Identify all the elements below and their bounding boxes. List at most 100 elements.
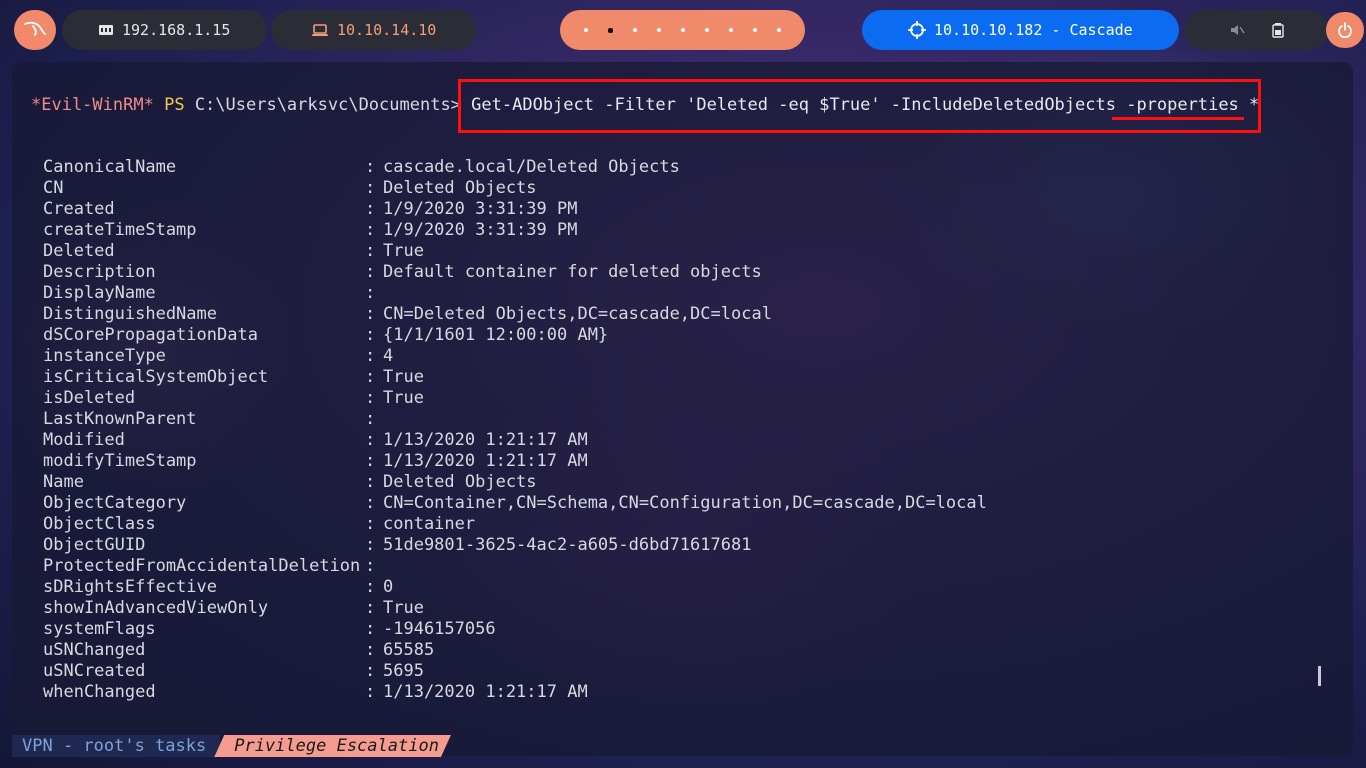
workspace-dot-2[interactable] bbox=[608, 27, 613, 33]
property-value: 0 bbox=[383, 577, 394, 597]
property-row: sDRightsEffective:0 bbox=[43, 577, 987, 598]
local-ip-pill[interactable]: 192.168.1.15 bbox=[62, 10, 267, 50]
workspace-dot-9[interactable] bbox=[777, 28, 781, 32]
property-key: Description bbox=[43, 262, 156, 282]
property-row: Created:1/9/2020 3:31:39 PM bbox=[43, 199, 987, 220]
property-value: True bbox=[383, 367, 424, 387]
laptop-icon bbox=[312, 24, 328, 36]
volume-muted-icon[interactable] bbox=[1229, 22, 1245, 38]
property-row: DistinguishedName: CN=Deleted Objects,DC=… bbox=[43, 304, 987, 325]
property-value: Deleted Objects bbox=[383, 472, 537, 492]
property-key: Deleted bbox=[43, 241, 115, 261]
session-label[interactable]: VPN - root's tasks bbox=[12, 735, 221, 757]
scrollbar-thumb[interactable] bbox=[1318, 666, 1321, 686]
property-key: Created bbox=[43, 199, 115, 219]
property-value: 51de9801-3625-4ac2-a605-d6bd71617681 bbox=[383, 535, 752, 555]
property-separator: : bbox=[365, 514, 376, 534]
top-bar: 192.168.1.15 10.10.14.10 10.10.10.182 - … bbox=[0, 0, 1366, 60]
workspace-dot-4[interactable] bbox=[657, 28, 661, 32]
property-value: True bbox=[383, 241, 424, 261]
property-key: systemFlags bbox=[43, 619, 156, 639]
workspace-dot-7[interactable] bbox=[729, 28, 733, 32]
property-separator: : bbox=[365, 430, 376, 450]
property-separator: : bbox=[365, 304, 376, 324]
property-separator: : bbox=[365, 661, 376, 681]
property-separator: : bbox=[365, 493, 376, 513]
property-key: uSNChanged bbox=[43, 640, 146, 660]
property-key: ObjectCategory bbox=[43, 493, 187, 513]
local-ip-text: 192.168.1.15 bbox=[122, 21, 231, 39]
property-value: 4 bbox=[383, 346, 394, 366]
property-key: uSNCreated bbox=[43, 661, 146, 681]
property-row: ObjectCategory: CN=Container,CN=Schema,CN… bbox=[43, 493, 987, 514]
property-row: Name: Deleted Objects bbox=[43, 472, 987, 493]
workspace-dot-1[interactable] bbox=[584, 28, 588, 32]
active-window-label: Privilege Escalation bbox=[234, 736, 439, 756]
property-row: LastKnownParent: bbox=[43, 409, 987, 430]
property-key: showInAdvancedViewOnly bbox=[43, 598, 269, 618]
property-key: instanceType bbox=[43, 346, 166, 366]
property-value: Default container for deleted objects bbox=[383, 262, 762, 282]
property-key: createTimeStamp bbox=[43, 220, 197, 240]
workspace-dot-8[interactable] bbox=[753, 28, 757, 32]
property-key: Modified bbox=[43, 430, 125, 450]
property-value: 1/9/2020 3:31:39 PM bbox=[383, 199, 578, 219]
property-separator: : bbox=[365, 283, 376, 303]
property-row: DisplayName: bbox=[43, 283, 987, 304]
property-row: systemFlags: -1946157056 bbox=[43, 619, 987, 640]
property-value: Deleted Objects bbox=[383, 178, 537, 198]
tmux-status-line: VPN - root's tasks Privilege Escalation bbox=[12, 735, 451, 757]
property-separator: : bbox=[365, 640, 376, 660]
property-separator: : bbox=[365, 367, 376, 387]
launcher-button[interactable] bbox=[14, 10, 56, 50]
property-row: CanonicalName: cascade.local/Deleted Obje… bbox=[43, 157, 987, 178]
workspace-dot-3[interactable] bbox=[633, 28, 637, 32]
property-value: -1946157056 bbox=[383, 619, 496, 639]
property-row: Deleted: True bbox=[43, 241, 987, 262]
workspace-switcher[interactable] bbox=[560, 10, 805, 50]
property-row: dSCorePropagationData: {1/1/1601 12:00:00… bbox=[43, 325, 987, 346]
property-value: 1/13/2020 1:21:17 AM bbox=[383, 430, 588, 450]
property-key: isCriticalSystemObject bbox=[43, 367, 269, 387]
property-separator: : bbox=[365, 325, 376, 345]
crosshair-icon bbox=[908, 21, 926, 39]
target-pill[interactable]: 10.10.10.182 - Cascade bbox=[862, 10, 1179, 50]
property-separator: : bbox=[365, 598, 376, 618]
property-row: ObjectGUID:51de9801-3625-4ac2-a605-d6bd7… bbox=[43, 535, 987, 556]
power-button[interactable] bbox=[1326, 12, 1364, 48]
property-separator: : bbox=[365, 409, 376, 429]
property-key: modifyTimeStamp bbox=[43, 451, 197, 471]
system-status-pill[interactable] bbox=[1185, 10, 1328, 50]
property-row: CN: Deleted Objects bbox=[43, 178, 987, 199]
property-key: sDRightsEffective bbox=[43, 577, 217, 597]
property-separator: : bbox=[365, 472, 376, 492]
property-row: Modified:1/13/2020 1:21:17 AM bbox=[43, 430, 987, 451]
property-separator: : bbox=[365, 199, 376, 219]
property-row: modifyTimeStamp:1/13/2020 1:21:17 AM bbox=[43, 451, 987, 472]
property-separator: : bbox=[365, 619, 376, 639]
property-separator: : bbox=[365, 577, 376, 597]
prompt-ps: PS bbox=[164, 95, 185, 115]
network-card-icon bbox=[99, 25, 113, 35]
property-value: {1/1/1601 12:00:00 AM} bbox=[383, 325, 609, 345]
property-separator: : bbox=[365, 178, 376, 198]
workspace-dot-5[interactable] bbox=[681, 28, 685, 32]
property-key: whenChanged bbox=[43, 682, 156, 702]
property-separator: : bbox=[365, 388, 376, 408]
property-row: ObjectClass: container bbox=[43, 514, 987, 535]
property-value: 5695 bbox=[383, 661, 424, 681]
property-separator: : bbox=[365, 157, 376, 177]
workspace-dot-6[interactable] bbox=[705, 28, 709, 32]
property-row: Description: Default container for delete… bbox=[43, 262, 987, 283]
vpn-ip-pill[interactable]: 10.10.14.10 bbox=[271, 10, 476, 50]
battery-icon[interactable] bbox=[1272, 22, 1284, 38]
property-value: container bbox=[383, 514, 476, 534]
command-highlight-box bbox=[458, 79, 1261, 133]
property-key: ObjectGUID bbox=[43, 535, 146, 555]
property-separator: : bbox=[365, 346, 376, 366]
property-key: DisplayName bbox=[43, 283, 156, 303]
property-key: Name bbox=[43, 472, 84, 492]
active-window-tab[interactable]: Privilege Escalation bbox=[214, 735, 451, 757]
property-separator: : bbox=[365, 220, 376, 240]
property-separator: : bbox=[365, 451, 376, 471]
